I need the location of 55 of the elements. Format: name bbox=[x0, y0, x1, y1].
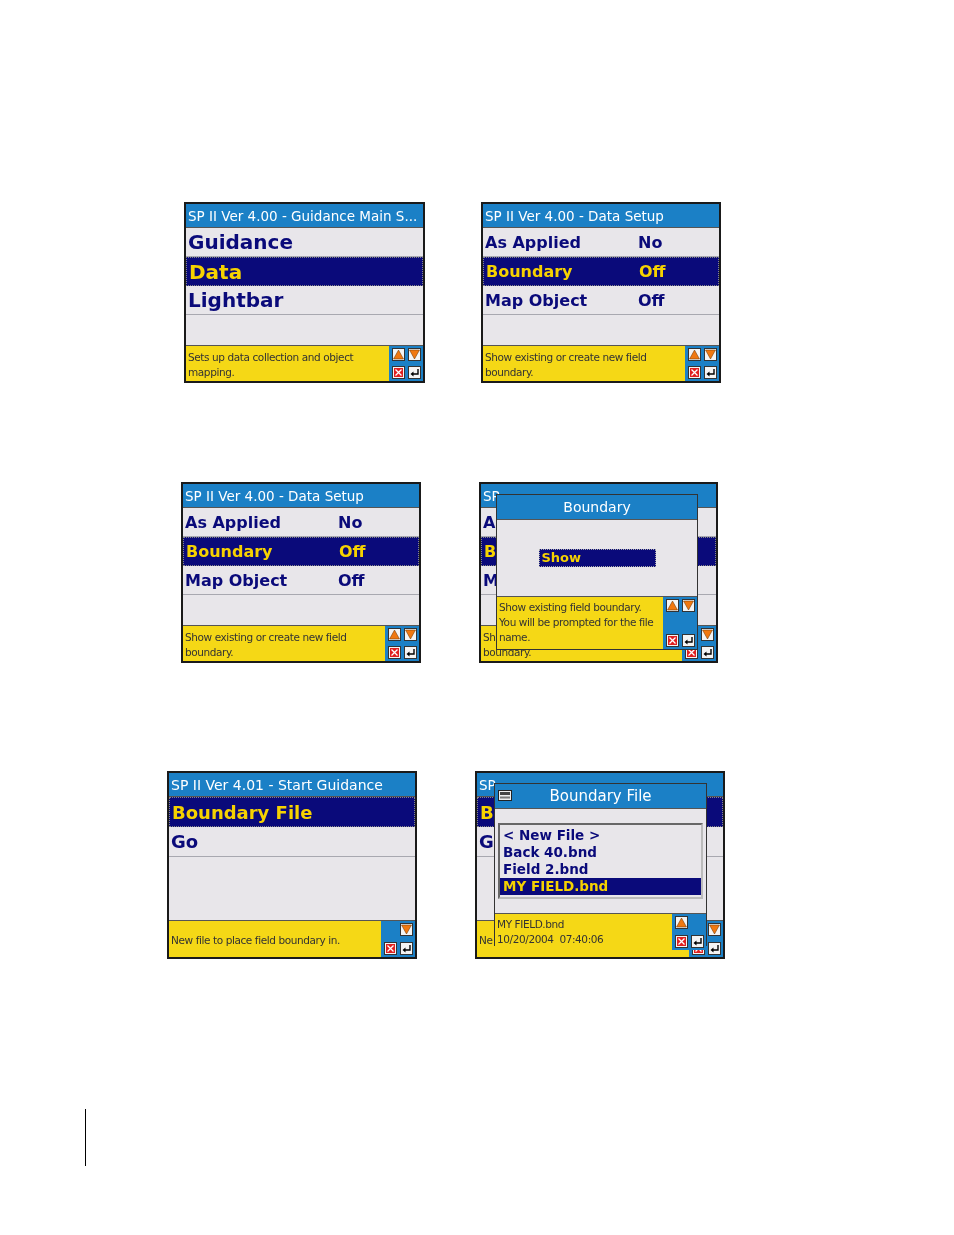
file-item[interactable]: Field 2.bnd bbox=[500, 861, 701, 878]
hint-text: Show existing or create new field boundary. bbox=[184, 629, 348, 660]
enter-button[interactable] bbox=[691, 935, 704, 948]
scroll-up-button[interactable] bbox=[388, 628, 401, 641]
screen-title: SP bbox=[479, 776, 496, 793]
menu-item[interactable]: Go bbox=[169, 827, 415, 857]
screen-title: SP II Ver 4.00 - Data Setup bbox=[485, 207, 664, 224]
scroll-down-button[interactable] bbox=[704, 348, 717, 361]
dialog-title: Boundary File bbox=[549, 787, 652, 805]
hint-text: New file to place field boundary in. bbox=[170, 932, 341, 948]
cancel-button[interactable] bbox=[675, 935, 688, 948]
hint-text: Sets up data collection and object mapping. bbox=[187, 349, 355, 380]
cancel-button[interactable] bbox=[688, 366, 701, 379]
menu-item[interactable]: Data bbox=[186, 257, 423, 286]
cancel-button[interactable] bbox=[666, 634, 679, 647]
menu-item[interactable]: Boundary File bbox=[169, 797, 415, 827]
scroll-down-button[interactable] bbox=[404, 628, 417, 641]
hint-text: MY FIELD.bnd 10/20/2004 07:40:06 bbox=[496, 917, 605, 947]
screen-title: SP II Ver 4.01 - Start Guidance bbox=[171, 776, 383, 793]
enter-button[interactable] bbox=[708, 942, 721, 955]
scroll-up-button[interactable] bbox=[666, 599, 679, 612]
file-item[interactable]: < New File > bbox=[500, 827, 701, 844]
dialog-title: Boundary bbox=[563, 499, 631, 515]
scroll-down-button[interactable] bbox=[708, 923, 721, 936]
hint-text: Sh bbox=[483, 629, 496, 645]
menu-item[interactable]: Map Object Off bbox=[483, 286, 719, 315]
hint-text: Show existing field boundary. You will be prompted for the file name. bbox=[498, 600, 655, 645]
scroll-down-button[interactable] bbox=[701, 628, 714, 641]
scroll-up-button[interactable] bbox=[688, 348, 701, 361]
enter-button[interactable] bbox=[704, 366, 717, 379]
hint-text: Show existing or create new field boundary. bbox=[484, 349, 648, 380]
cancel-button[interactable] bbox=[388, 646, 401, 659]
scroll-up-button[interactable] bbox=[675, 916, 688, 929]
screen-title: SP II Ver 4.00 - Guidance Main S... bbox=[188, 207, 418, 224]
enter-button[interactable] bbox=[408, 366, 421, 379]
scroll-down-button[interactable] bbox=[682, 599, 695, 612]
cancel-button[interactable] bbox=[384, 942, 397, 955]
keyboard-icon bbox=[498, 790, 512, 801]
option-item[interactable]: Show bbox=[538, 549, 656, 567]
file-item[interactable]: Back 40.bnd bbox=[500, 844, 701, 861]
scroll-up-button[interactable] bbox=[392, 348, 405, 361]
menu-item[interactable]: Boundary Off bbox=[183, 537, 419, 566]
hint-text: Ne bbox=[479, 932, 493, 948]
screen-title: SP II Ver 4.00 - Data Setup bbox=[185, 487, 364, 504]
scroll-down-button[interactable] bbox=[408, 348, 421, 361]
menu-item[interactable]: Map Object Off bbox=[183, 566, 419, 595]
menu-item[interactable]: Boundary Off bbox=[483, 257, 719, 286]
scroll-down-button[interactable] bbox=[400, 923, 413, 936]
menu-item[interactable]: Lightbar bbox=[186, 286, 423, 315]
enter-button[interactable] bbox=[400, 942, 413, 955]
file-item[interactable]: MY FIELD.bnd bbox=[500, 878, 701, 895]
enter-button[interactable] bbox=[701, 646, 714, 659]
cancel-button[interactable] bbox=[392, 366, 405, 379]
enter-button[interactable] bbox=[404, 646, 417, 659]
enter-button[interactable] bbox=[682, 634, 695, 647]
